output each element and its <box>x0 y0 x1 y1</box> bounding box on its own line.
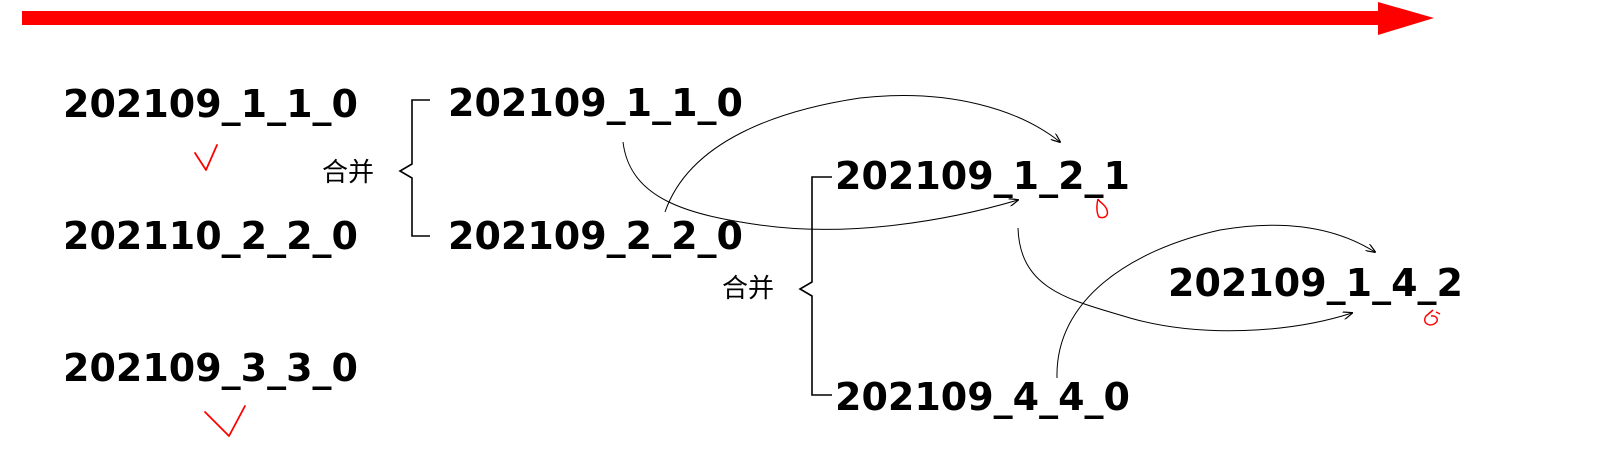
annotation-mark-2 <box>1423 309 1441 326</box>
version-label-col1-2: 202110_2_2_0 <box>63 214 358 258</box>
version-label-col3-1: 202109_1_2_1 <box>835 154 1130 198</box>
merge-bracket-1 <box>398 99 430 237</box>
check-mark-2 <box>204 405 246 437</box>
merge-label-1: 合并 <box>322 158 375 188</box>
diagram-canvas: 202109_1_1_0 202110_2_2_0 202109_3_3_0 合… <box>0 0 1604 455</box>
merge-label-2: 合并 <box>722 274 775 304</box>
version-label-col4-1: 202109_1_4_2 <box>1168 261 1463 305</box>
version-label-col1-3: 202109_3_3_0 <box>63 346 358 390</box>
annotation-mark-1 <box>1096 198 1109 219</box>
merge-bracket-2 <box>798 176 832 396</box>
version-label-col1-1: 202109_1_1_0 <box>63 82 358 126</box>
timeline-arrow <box>22 2 1434 35</box>
version-label-col2-1: 202109_1_1_0 <box>448 81 743 125</box>
version-label-col3-2: 202109_4_4_0 <box>835 375 1130 419</box>
version-label-col2-2: 202109_2_2_0 <box>448 214 743 258</box>
check-mark-1 <box>194 144 218 171</box>
